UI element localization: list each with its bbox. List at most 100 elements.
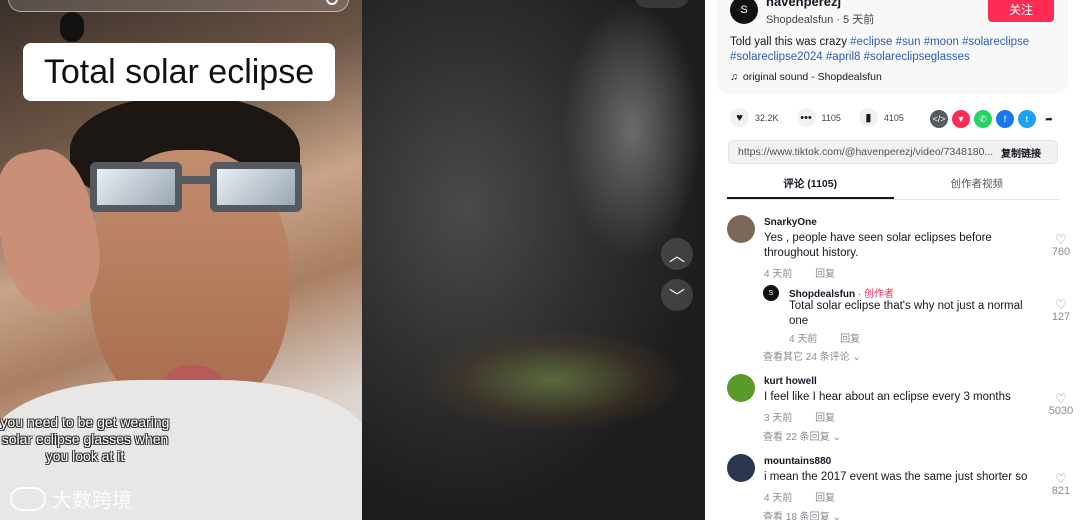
reply-button[interactable]: 回复 <box>815 269 835 280</box>
author-username[interactable]: havenperezj <box>766 0 841 9</box>
comment-text: i mean the 2017 event was the same just … <box>764 471 1028 483</box>
reply-meta: 4 天前 回复 <box>789 330 880 345</box>
comment-time: 3 天前 <box>764 413 793 424</box>
comment-like-count: 821 <box>1051 485 1071 497</box>
watermark-logo-icon <box>10 486 46 511</box>
tab-creator-videos[interactable]: 创作者视频 <box>894 172 1061 199</box>
comment-like[interactable]: ♡ 5030 <box>1041 392 1080 417</box>
right-lens <box>210 162 302 212</box>
blur-glow <box>422 330 682 430</box>
video-url[interactable]: https://www.tiktok.com/@havenperezj/vide… <box>738 146 993 158</box>
comment-text: I feel like I hear about an eclipse ever… <box>764 391 1011 403</box>
reply-button[interactable]: 回复 <box>840 334 860 345</box>
hashtag-link[interactable]: #solareclipse <box>962 36 1029 48</box>
chevron-down-icon: ⌄ <box>832 432 841 443</box>
music-note-icon: ♫ <box>730 71 738 83</box>
reply-button[interactable]: 回复 <box>815 493 835 504</box>
comment-icon[interactable]: ••• <box>796 108 816 127</box>
comment-text: Yes , people have seen solar eclipses be… <box>764 232 992 259</box>
music-line[interactable]: ♫ original sound - Shopdealsfun <box>730 71 882 83</box>
view-more-replies-label[interactable]: 查看其它 24 条评论 <box>763 352 850 363</box>
whatsapp-icon[interactable]: ✆ <box>974 110 992 128</box>
copy-link-button[interactable]: 复制链接 <box>985 141 1057 163</box>
hashtag-link[interactable]: #april8 <box>826 51 864 63</box>
heart-outline-icon[interactable]: ♡ <box>1041 298 1080 311</box>
heart-outline-icon[interactable]: ♡ <box>1041 392 1080 405</box>
creator-avatar[interactable]: S <box>763 285 779 301</box>
chevron-up-icon: ︿ <box>668 248 685 265</box>
save-stat[interactable]: ▮ 4105 <box>858 108 904 127</box>
comment-like[interactable]: ♡ 821 <box>1041 472 1080 497</box>
comment-count: 1105 <box>821 112 841 123</box>
comment-meta: 3 天前 回复 <box>764 409 855 424</box>
post-description: Told yall this was crazy #eclipse #sun #… <box>730 35 1060 65</box>
bookmark-icon[interactable]: ▮ <box>858 108 878 127</box>
reply-button[interactable]: 回复 <box>815 413 835 424</box>
like-stat[interactable]: ♥ 32.2K <box>730 108 779 127</box>
view-more-replies[interactable]: 查看 18 条回复 ⌄ <box>763 508 841 520</box>
watermark-text: 大数跨境 <box>52 490 132 512</box>
comment-like-count: 760 <box>1051 246 1071 258</box>
chevron-down-icon: ⌄ <box>852 352 861 363</box>
search-icon[interactable] <box>326 0 338 5</box>
post-text: Told yall this was crazy <box>730 36 847 48</box>
next-video-button[interactable]: ﹀ <box>661 279 693 311</box>
comment-stat[interactable]: ••• 1105 <box>796 108 841 127</box>
save-count: 4105 <box>883 112 904 123</box>
video-search-bar[interactable] <box>8 0 349 12</box>
view-more-replies-label[interactable]: 查看 18 条回复 <box>763 512 830 520</box>
video-caption: you need to be get wearing solar eclipse… <box>0 414 170 464</box>
watermark: 大数跨境 <box>10 484 132 513</box>
comment-time: 4 天前 <box>764 269 793 280</box>
hashtag-link[interactable]: #solareclipse2024 <box>730 51 826 63</box>
glasses-bridge <box>180 176 212 184</box>
reply-like-count: 127 <box>1051 311 1071 323</box>
hashtag-link[interactable]: #moon <box>924 36 962 48</box>
commenter-name[interactable]: mountains880 <box>764 456 831 467</box>
heart-icon[interactable]: ♥ <box>730 108 749 127</box>
hashtag-link[interactable]: #eclipse <box>850 36 895 48</box>
friends-share-icon[interactable]: ▼ <box>952 110 970 128</box>
panel-tabs: 评论 (1105) 创作者视频 <box>727 172 1060 200</box>
view-more-replies[interactable]: 查看其它 24 条评论 ⌄ <box>763 348 861 363</box>
commenter-name[interactable]: SnarkyOne <box>764 217 817 228</box>
reply-author[interactable]: Shopdealsfun · 创作者 <box>789 285 894 300</box>
reply-like[interactable]: ♡ 127 <box>1041 298 1080 323</box>
eclipse-glasses <box>85 148 315 220</box>
share-arrow-icon[interactable]: ➦ <box>1040 110 1058 128</box>
commenter-name[interactable]: kurt howell <box>764 376 817 387</box>
hashtag-link[interactable]: #sun <box>896 36 924 48</box>
chevron-down-icon: ﹀ <box>668 289 685 306</box>
view-more-replies-label[interactable]: 查看 22 条回复 <box>763 432 830 443</box>
tab-comments[interactable]: 评论 (1105) <box>727 172 894 199</box>
comment-like[interactable]: ♡ 760 <box>1041 233 1080 258</box>
twitter-icon[interactable]: t <box>1018 110 1036 128</box>
music-title[interactable]: original sound - Shopdealsfun <box>743 71 882 83</box>
reply-time: 4 天前 <box>789 334 818 345</box>
heart-outline-icon[interactable]: ♡ <box>1041 472 1080 485</box>
commenter-avatar[interactable] <box>727 215 755 243</box>
like-count: 32.2K <box>755 112 779 123</box>
facebook-icon[interactable]: f <box>996 110 1014 128</box>
heart-outline-icon[interactable]: ♡ <box>1041 233 1080 246</box>
view-more-replies[interactable]: 查看 22 条回复 ⌄ <box>763 428 841 443</box>
embed-icon[interactable]: </> <box>930 110 948 128</box>
top-control-button[interactable] <box>634 0 690 8</box>
commenter-avatar[interactable] <box>727 374 755 402</box>
tiktok-video-page: Total solar eclipse you need to be get w… <box>0 0 1080 520</box>
comment-meta: 4 天前 回复 <box>764 265 855 280</box>
previous-video-button[interactable]: ︿ <box>661 238 693 270</box>
hashtag-link[interactable]: #solareclipseglasses <box>864 51 970 63</box>
comment-time: 4 天前 <box>764 493 793 504</box>
details-panel: S havenperezj Shopdealsfun · 5 天前 关注 Tol… <box>705 0 1080 520</box>
video-player[interactable]: Total solar eclipse you need to be get w… <box>0 0 362 520</box>
blurred-background <box>362 0 705 520</box>
commenter-avatar[interactable] <box>727 454 755 482</box>
stats-row: ♥ 32.2K ••• 1105 ▮ 4105 <box>730 108 922 127</box>
reply-text: Total solar eclipse that's why not just … <box>789 300 1023 327</box>
follow-button[interactable]: 关注 <box>988 0 1054 22</box>
video-link-bar[interactable]: https://www.tiktok.com/@havenperezj/vide… <box>728 140 1058 164</box>
author-subline: Shopdealsfun · 5 天前 <box>766 14 875 26</box>
video-overlay-title: Total solar eclipse <box>23 43 335 101</box>
comment-meta: 4 天前 回复 <box>764 489 855 504</box>
